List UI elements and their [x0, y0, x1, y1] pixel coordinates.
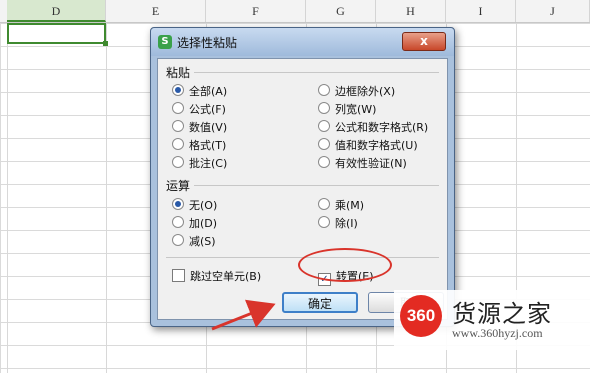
radio-icon[interactable] — [318, 138, 330, 150]
dialog-body: 粘贴 全部(A) 公式(F) 数值(V) 格式(T) 批注(C) 边框除外(X)… — [157, 58, 448, 320]
paste-option-all-except-borders[interactable]: 边框除外(X) — [318, 83, 395, 99]
column-header-h[interactable]: H — [376, 0, 446, 22]
column-header-d[interactable]: D — [7, 0, 106, 22]
column-header-j[interactable]: J — [516, 0, 590, 22]
paste-option-values[interactable]: 数值(V) — [172, 119, 227, 135]
operation-option-subtract[interactable]: 减(S) — [172, 233, 216, 249]
brand-logo: 360 — [400, 295, 442, 337]
radio-icon[interactable] — [172, 138, 184, 150]
fill-handle[interactable] — [103, 41, 108, 46]
radio-icon[interactable] — [318, 156, 330, 168]
paste-option-all[interactable]: 全部(A) — [172, 83, 227, 99]
radio-icon[interactable] — [318, 198, 330, 210]
paste-group-label: 粘贴 — [166, 66, 191, 80]
paste-option-comments[interactable]: 批注(C) — [172, 155, 227, 171]
operation-option-multiply[interactable]: 乘(M) — [318, 197, 364, 213]
operation-option-add[interactable]: 加(D) — [172, 215, 217, 231]
radio-selected-icon[interactable] — [172, 84, 184, 96]
column-header-g[interactable]: G — [306, 0, 376, 22]
operation-option-none[interactable]: 无(O) — [172, 197, 217, 213]
radio-icon[interactable] — [318, 120, 330, 132]
paste-option-validation[interactable]: 有效性验证(N) — [318, 155, 407, 171]
column-divider — [7, 23, 8, 373]
watermark-name: 货源之家 — [452, 300, 552, 328]
column-divider — [106, 23, 107, 373]
highlight-oval-annotation — [298, 248, 392, 282]
radio-icon[interactable] — [318, 84, 330, 96]
paste-option-formats[interactable]: 格式(T) — [172, 137, 226, 153]
paste-special-dialog: S 选择性粘贴 x 粘贴 全部(A) 公式(F) 数值(V) 格式(T) 批注(… — [150, 27, 455, 327]
radio-icon[interactable] — [172, 234, 184, 246]
watermark-url: www.360hyzj.com — [452, 326, 543, 340]
radio-selected-icon[interactable] — [172, 198, 184, 210]
ok-button[interactable]: 确定 — [282, 292, 358, 313]
column-header-e[interactable]: E — [106, 0, 206, 22]
checkbox-icon[interactable] — [172, 269, 185, 282]
group-divider — [194, 72, 439, 73]
paste-option-formulas-number-formats[interactable]: 公式和数字格式(R) — [318, 119, 428, 135]
column-header-i[interactable]: I — [446, 0, 516, 22]
radio-icon[interactable] — [172, 156, 184, 168]
radio-icon[interactable] — [172, 120, 184, 132]
group-divider — [194, 185, 439, 186]
operation-option-divide[interactable]: 除(I) — [318, 215, 358, 231]
paste-option-formulas[interactable]: 公式(F) — [172, 101, 226, 117]
dialog-titlebar[interactable]: S 选择性粘贴 x — [151, 28, 454, 56]
close-button[interactable]: x — [402, 32, 446, 51]
operation-group-label: 运算 — [166, 179, 191, 193]
paste-option-column-widths[interactable]: 列宽(W) — [318, 101, 376, 117]
column-header-f[interactable]: F — [206, 0, 306, 22]
skip-blanks-checkbox[interactable]: 跳过空单元(B) — [172, 268, 261, 284]
column-header-bar: D E F G H I J — [0, 0, 590, 23]
radio-icon[interactable] — [318, 102, 330, 114]
radio-icon[interactable] — [172, 102, 184, 114]
paste-option-values-number-formats[interactable]: 值和数字格式(U) — [318, 137, 418, 153]
radio-icon[interactable] — [172, 216, 184, 228]
app-logo-icon: S — [158, 35, 172, 49]
active-cell[interactable] — [7, 23, 108, 46]
dialog-title: 选择性粘贴 — [177, 36, 238, 50]
watermark: 360 货源之家 www.360hyzj.com — [394, 290, 590, 350]
radio-icon[interactable] — [318, 216, 330, 228]
